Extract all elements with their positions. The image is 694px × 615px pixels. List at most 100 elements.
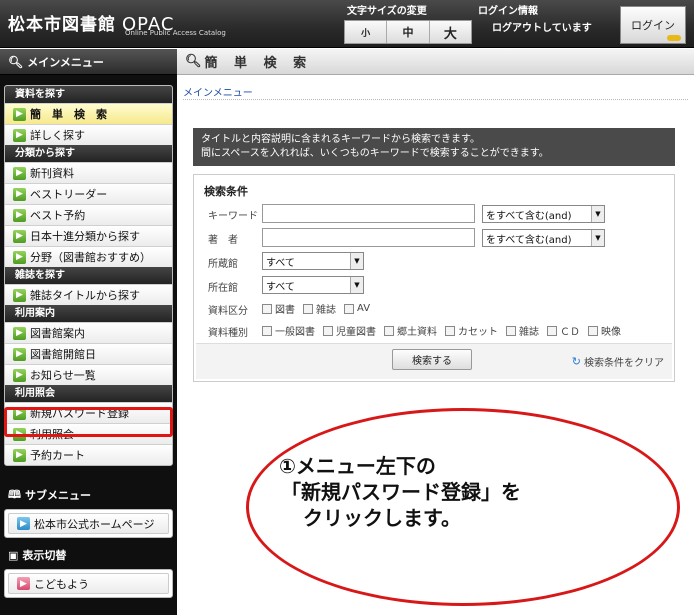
- checkbox-label: 郷土資料: [397, 327, 437, 338]
- sidebar-item-ndc[interactable]: ▶ 日本十進分類から探す: [5, 225, 172, 246]
- checkbox-label: 図書: [275, 305, 295, 316]
- page-title-bar: 🔍︎ 簡 単 検 索: [177, 49, 694, 75]
- menu-group-magazines: 雑誌を探す: [5, 267, 172, 284]
- menu-group-search: 資料を探す: [5, 86, 172, 103]
- sidebar-item-advanced-search[interactable]: ▶ 詳しく探す: [5, 124, 172, 145]
- location-label: 所在館: [208, 283, 238, 294]
- type-checkbox-video[interactable]: 映像: [588, 323, 621, 338]
- header-bar: 松本市図書館 OPAC Online Public Access Catalog …: [0, 0, 694, 48]
- location-select[interactable]: すべて ▼: [262, 276, 364, 294]
- type-checkbox-cd[interactable]: ＣＤ: [547, 323, 580, 338]
- breadcrumb[interactable]: メインメニュー: [183, 84, 253, 99]
- sidebar-item-recommended[interactable]: ▶ 分野（図書館おすすめ）: [5, 246, 172, 267]
- select-value: をすべて含む(and): [486, 210, 572, 222]
- checkbox-label: AV: [357, 303, 371, 314]
- login-button-label: ログイン: [631, 19, 675, 32]
- sidebar-item-kids-mode[interactable]: ▶ こどもよう: [8, 573, 169, 594]
- keyword-mode-select[interactable]: をすべて含む(and) ▼: [482, 205, 605, 223]
- sidebar-item-label: 図書館開館日: [30, 348, 96, 361]
- checkbox[interactable]: [506, 325, 516, 336]
- sidebar-item-label: 日本十進分類から探す: [30, 230, 140, 243]
- sidebar-item-label: 図書館案内: [30, 327, 85, 340]
- type-checkbox-cassette[interactable]: カセット: [445, 323, 498, 338]
- sidebar-item-label: お知らせ一覧: [30, 369, 96, 382]
- font-size-small-button[interactable]: 小: [345, 21, 388, 43]
- checkbox-label: ＣＤ: [560, 327, 580, 338]
- type-checkbox-general[interactable]: 一般図書: [262, 323, 315, 338]
- checkbox[interactable]: [384, 325, 394, 336]
- login-status: ログアウトしています: [492, 23, 592, 34]
- search-icon: 🔍︎: [185, 54, 202, 69]
- author-mode-select[interactable]: をすべて含む(and) ▼: [482, 229, 605, 247]
- logo-subtitle: Online Public Access Catalog: [125, 29, 226, 37]
- form-actions: 検索する ↻ 検索条件をクリア: [196, 343, 672, 379]
- select-value: をすべて含む(and): [486, 234, 572, 246]
- sidebar-item-city-homepage[interactable]: ▶ 松本市公式ホームページ: [8, 513, 169, 534]
- clear-conditions-link[interactable]: ↻ 検索条件をクリア: [572, 354, 664, 369]
- sidebar: 🔍︎ メインメニュー 資料を探す ▶ 簡 単 検 索 ▶ 詳しく探す 分類から探す …: [0, 49, 177, 615]
- author-input[interactable]: [262, 228, 475, 247]
- checkbox-label: 一般図書: [275, 327, 315, 338]
- login-info-title: ログイン情報: [478, 6, 538, 17]
- logo-text: 松本市図書館: [8, 15, 116, 35]
- category-checkboxes: 図書 雑誌 AV: [262, 301, 378, 316]
- sidebar-item-label: 松本市公式ホームページ: [34, 517, 155, 531]
- sidebar-item-label: 詳しく探す: [30, 129, 85, 142]
- callout-line: クリックします。: [303, 506, 461, 530]
- checkbox[interactable]: [262, 303, 272, 314]
- author-label: 著 者: [208, 235, 238, 246]
- sidebar-item-label: 新刊資料: [30, 167, 74, 180]
- category-checkbox-av[interactable]: AV: [344, 303, 370, 314]
- form-title: 検索条件: [204, 185, 248, 198]
- arrow-icon: ▶: [13, 208, 26, 222]
- sidebar-item-simple-search[interactable]: ▶ 簡 単 検 索: [5, 103, 172, 124]
- type-checkbox-magazine[interactable]: 雑誌: [506, 323, 539, 338]
- display-switch-title: 表示切替: [22, 549, 67, 562]
- sidebar-item-library-guide[interactable]: ▶ 図書館案内: [5, 322, 172, 343]
- sidebar-item-opening-days[interactable]: ▶ 図書館開館日: [5, 343, 172, 364]
- sidebar-item-best-reserved[interactable]: ▶ ベスト予約: [5, 204, 172, 225]
- search-form: 検索条件 キーワード をすべて含む(and) ▼ 著 者 をすべて含む(and) ▼…: [193, 174, 675, 382]
- info-box: タイトルと内容説明に含まれるキーワードから検索できます。 間にスペースを入れれば…: [193, 128, 675, 166]
- checkbox[interactable]: [588, 325, 598, 336]
- clear-link-label: 検索条件をクリア: [584, 358, 664, 369]
- sidebar-item-best-readers[interactable]: ▶ ベストリーダー: [5, 183, 172, 204]
- font-size-switcher: 文字サイズの変更 小 中 大: [344, 2, 472, 44]
- checkbox[interactable]: [262, 325, 272, 336]
- search-button[interactable]: 検索する: [392, 349, 472, 370]
- arrow-icon: ▶: [13, 166, 26, 180]
- keyword-input[interactable]: [262, 204, 475, 223]
- callout-line: 「新規パスワード登録」を: [281, 480, 521, 504]
- type-checkbox-children[interactable]: 児童図書: [323, 323, 376, 338]
- arrow-icon: ▶: [13, 128, 26, 142]
- display-icon: ▣: [8, 548, 19, 562]
- sidebar-item-reservation-cart[interactable]: ▶ 予約カート: [5, 444, 172, 465]
- checkbox[interactable]: [344, 303, 354, 314]
- sidebar-item-label: 分野（図書館おすすめ）: [30, 251, 151, 264]
- sidebar-item-news[interactable]: ▶ お知らせ一覧: [5, 364, 172, 385]
- category-checkbox-magazines[interactable]: 雑誌: [303, 301, 336, 316]
- login-button[interactable]: ログイン: [620, 6, 686, 44]
- checkbox[interactable]: [303, 303, 313, 314]
- sub-menu-title: サブメニュー: [24, 489, 91, 502]
- sidebar-item-label: 雑誌タイトルから探す: [30, 289, 140, 302]
- select-value: すべて: [266, 257, 295, 269]
- holding-select[interactable]: すべて ▼: [262, 252, 364, 270]
- sidebar-item-magazine-title[interactable]: ▶ 雑誌タイトルから探す: [5, 284, 172, 305]
- arrow-icon: ▶: [13, 288, 26, 302]
- checkbox[interactable]: [445, 325, 455, 336]
- font-size-medium-button[interactable]: 中: [387, 21, 430, 43]
- font-size-large-button[interactable]: 大: [429, 21, 471, 43]
- key-icon: [667, 35, 681, 41]
- highlight-box: [4, 407, 173, 437]
- chevron-down-icon: ▼: [350, 253, 363, 269]
- display-switch-header: ▣ 表示切替: [0, 545, 177, 565]
- checkbox[interactable]: [323, 325, 333, 336]
- checkbox[interactable]: [547, 325, 557, 336]
- sidebar-item-new-arrivals[interactable]: ▶ 新刊資料: [5, 162, 172, 183]
- menu-group-classification: 分類から探す: [5, 145, 172, 162]
- arrow-icon: ▶: [13, 250, 26, 264]
- arrow-icon: ▶: [17, 517, 30, 530]
- type-checkbox-local[interactable]: 郷土資料: [384, 323, 437, 338]
- category-checkbox-books[interactable]: 図書: [262, 301, 295, 316]
